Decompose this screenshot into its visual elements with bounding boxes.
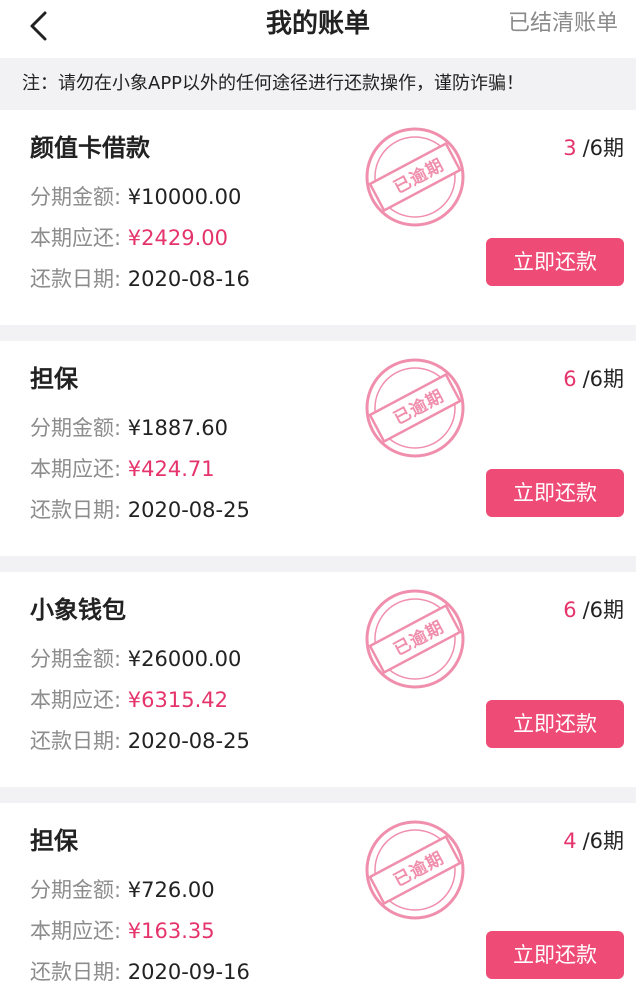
total-periods: /6期 — [582, 367, 624, 391]
installment-period: 6/6期 — [563, 365, 624, 393]
date-value: 2020-09-16 — [127, 960, 250, 984]
due-value: ¥2429.00 — [127, 226, 228, 250]
bill-card: 颜值卡借款 3/6期 已逾期 分期金额: ¥10000.00 本期应还: ¥24… — [0, 110, 636, 325]
due-label: 本期应还: — [30, 919, 128, 943]
card-divider — [0, 787, 636, 803]
bill-card: 小象钱包 6/6期 已逾期 分期金额: ¥26000.00 本期应还: ¥631… — [0, 572, 636, 787]
amount-row: 分期金额: ¥726.00 — [30, 875, 215, 905]
amount-row: 分期金额: ¥1887.60 — [30, 413, 228, 443]
anti-fraud-notice: 注：请勿在小象APP以外的任何途径进行还款操作，谨防诈骗！ — [0, 58, 636, 110]
due-row: 本期应还: ¥424.71 — [30, 454, 215, 484]
date-value: 2020-08-25 — [127, 729, 250, 753]
date-row: 还款日期: 2020-09-16 — [30, 957, 250, 987]
amount-label: 分期金额: — [30, 647, 128, 671]
amount-value: ¥1887.60 — [127, 416, 228, 440]
date-value: 2020-08-16 — [127, 267, 250, 291]
amount-label: 分期金额: — [30, 416, 128, 440]
installment-period: 3/6期 — [563, 134, 624, 162]
due-label: 本期应还: — [30, 226, 128, 250]
date-row: 还款日期: 2020-08-25 — [30, 495, 250, 525]
due-value: ¥6315.42 — [127, 688, 228, 712]
pay-now-button[interactable]: 立即还款 — [486, 700, 624, 748]
total-periods: /6期 — [582, 598, 624, 622]
pay-now-button[interactable]: 立即还款 — [486, 931, 624, 979]
total-periods: /6期 — [582, 136, 624, 160]
date-row: 还款日期: 2020-08-25 — [30, 726, 250, 756]
amount-value: ¥10000.00 — [127, 185, 242, 209]
installment-period: 6/6期 — [563, 596, 624, 624]
date-row: 还款日期: 2020-08-16 — [30, 264, 250, 294]
total-periods: /6期 — [582, 829, 624, 853]
date-label: 还款日期: — [30, 498, 128, 522]
date-value: 2020-08-25 — [127, 498, 250, 522]
current-period: 4 — [563, 829, 577, 853]
cleared-bills-link[interactable]: 已结清账单 — [508, 4, 618, 44]
amount-row: 分期金额: ¥26000.00 — [30, 644, 241, 674]
current-period: 3 — [563, 136, 577, 160]
amount-label: 分期金额: — [30, 878, 128, 902]
date-label: 还款日期: — [30, 960, 128, 984]
overdue-stamp: 已逾期 — [360, 353, 470, 463]
amount-label: 分期金额: — [30, 185, 128, 209]
overdue-stamp: 已逾期 — [360, 122, 470, 232]
bill-card: 担保 4/6期 已逾期 分期金额: ¥726.00 本期应还: ¥163.35 … — [0, 803, 636, 1000]
bill-name: 担保 — [30, 365, 78, 393]
pay-now-button[interactable]: 立即还款 — [486, 469, 624, 517]
overdue-stamp: 已逾期 — [360, 584, 470, 694]
amount-value: ¥26000.00 — [127, 647, 242, 671]
bill-name: 小象钱包 — [30, 596, 126, 624]
card-divider — [0, 556, 636, 572]
date-label: 还款日期: — [30, 267, 128, 291]
due-value: ¥424.71 — [127, 457, 215, 481]
bill-name: 颜值卡借款 — [30, 134, 150, 162]
date-label: 还款日期: — [30, 729, 128, 753]
bill-card: 担保 6/6期 已逾期 分期金额: ¥1887.60 本期应还: ¥424.71… — [0, 341, 636, 556]
top-nav-bar: 我的账单 已结清账单 — [0, 0, 636, 58]
due-value: ¥163.35 — [127, 919, 215, 943]
due-row: 本期应还: ¥6315.42 — [30, 685, 228, 715]
due-label: 本期应还: — [30, 457, 128, 481]
installment-period: 4/6期 — [563, 827, 624, 855]
current-period: 6 — [563, 367, 577, 391]
pay-now-button[interactable]: 立即还款 — [486, 238, 624, 286]
due-row: 本期应还: ¥2429.00 — [30, 223, 228, 253]
card-divider — [0, 325, 636, 341]
bill-name: 担保 — [30, 827, 78, 855]
amount-value: ¥726.00 — [127, 878, 215, 902]
due-label: 本期应还: — [30, 688, 128, 712]
amount-row: 分期金额: ¥10000.00 — [30, 182, 241, 212]
current-period: 6 — [563, 598, 577, 622]
overdue-stamp: 已逾期 — [360, 815, 470, 925]
due-row: 本期应还: ¥163.35 — [30, 916, 215, 946]
